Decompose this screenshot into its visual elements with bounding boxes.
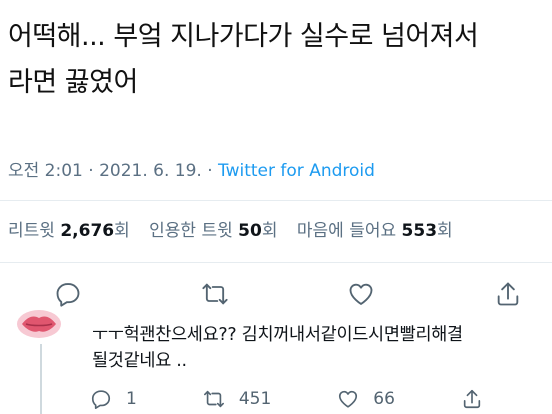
like-label: 마음에 들어요 — [296, 221, 397, 241]
tweet-text-line-2: 라면 끓였어 — [8, 67, 138, 98]
tweet-stats: 리트윗 2,676회 인용한 트윗 50회 마음에 들어요 553회 — [8, 216, 453, 241]
retweet-icon — [203, 390, 224, 408]
retweet-icon — [202, 283, 228, 305]
reply-actions: 1 451 66 — [90, 388, 550, 410]
reply-icon — [91, 390, 111, 409]
tweet-date: 2021. 6. 19. — [99, 161, 202, 181]
tweet-actions — [38, 280, 538, 308]
quotes-stat[interactable]: 인용한 트윗 50회 — [149, 221, 277, 241]
meta-separator: · — [88, 161, 94, 181]
retweets-stat[interactable]: 리트윗 2,676회 — [8, 221, 130, 241]
tweet-text-line-1: 어떡해... 부엌 지나가다가 실수로 넘어져서 — [8, 21, 479, 52]
reply-retweet-count: 451 — [238, 389, 272, 409]
like-button[interactable] — [331, 280, 391, 308]
divider — [0, 262, 552, 263]
tweet-source-link[interactable]: Twitter for Android — [218, 161, 375, 181]
reply-share-button[interactable] — [461, 388, 497, 410]
share-icon — [463, 389, 481, 409]
like-icon — [339, 390, 358, 408]
reply-reply-button[interactable]: 1 — [90, 388, 137, 410]
reply-avatar[interactable] — [14, 304, 64, 344]
meta-separator: · — [207, 161, 213, 181]
divider — [0, 200, 552, 201]
tweet-meta: 오전 2:01 · 2021. 6. 19. · Twitter for And… — [8, 156, 375, 181]
like-icon — [349, 283, 373, 305]
reply-retweet-button[interactable]: 451 — [203, 388, 271, 410]
quote-unit: 회 — [261, 221, 278, 241]
retweet-button[interactable] — [185, 280, 245, 308]
tweet-text: 어떡해... 부엌 지나가다가 실수로 넘어져서 라면 끓였어 — [8, 14, 548, 106]
reply-text-line-2: 될것같네요 .. — [92, 351, 187, 371]
tweet-time: 오전 2:01 — [8, 161, 83, 181]
like-count: 553 — [401, 221, 438, 241]
retweet-count: 2,676 — [60, 221, 115, 241]
share-button[interactable] — [478, 280, 538, 308]
reply-text: ㅜㅜ헉괜찬으세요?? 김치꺼내서같이드시면빨리해결 될것같네요 .. — [92, 322, 552, 374]
quote-count: 50 — [238, 221, 262, 241]
like-unit: 회 — [437, 221, 453, 241]
reply-text-line-1: ㅜㅜ헉괜찬으세요?? 김치꺼내서같이드시면빨리해결 — [92, 325, 463, 345]
retweet-label: 리트윗 — [8, 221, 55, 241]
reply-reply-count: 1 — [126, 389, 137, 409]
likes-stat[interactable]: 마음에 들어요 553회 — [297, 221, 453, 241]
reply-like-count: 66 — [373, 389, 395, 409]
share-icon — [497, 282, 519, 306]
quote-label: 인용한 트윗 — [149, 221, 233, 241]
retweet-unit: 회 — [114, 221, 130, 241]
thread-line — [40, 344, 42, 414]
reply-like-button[interactable]: 66 — [337, 388, 395, 410]
